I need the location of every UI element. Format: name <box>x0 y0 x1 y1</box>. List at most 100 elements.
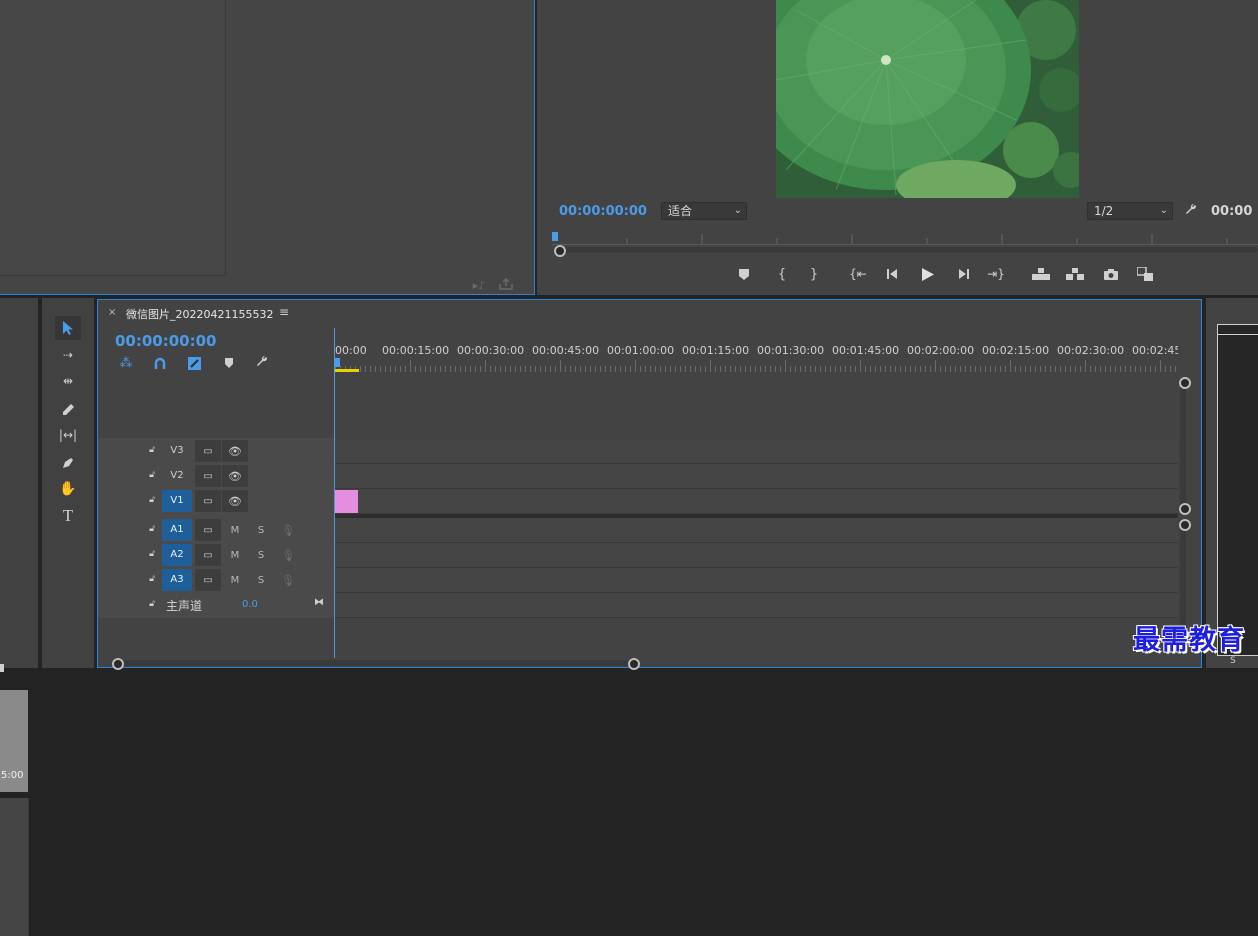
sync-lock-icon[interactable]: ▭ <box>195 544 221 566</box>
eye-icon[interactable]: 👁︎ <box>222 440 248 462</box>
track-lane-master[interactable] <box>335 593 1178 618</box>
lift-icon[interactable] <box>1031 266 1051 282</box>
track-name-v2[interactable]: V2 <box>162 465 192 487</box>
timeline-horizontal-scrollbar[interactable] <box>114 660 634 666</box>
type-tool-icon[interactable]: T <box>55 504 81 528</box>
resolution-dropdown[interactable]: 1/2 ⌄ <box>1087 202 1173 220</box>
project-scroll-marker[interactable] <box>0 664 4 672</box>
fit-dropdown[interactable]: 适合 ⌄ <box>661 202 747 220</box>
track-header-v1: 🔓︎ V1 ▭ 👁︎ <box>98 489 333 513</box>
mute-button[interactable]: M <box>222 519 248 541</box>
mute-button[interactable]: M <box>222 544 248 566</box>
track-lane-v3[interactable] <box>335 439 1178 464</box>
track-name-a2[interactable]: A2 <box>162 544 192 566</box>
program-playhead[interactable] <box>552 232 558 241</box>
track-name-a1[interactable]: A1 <box>162 519 192 541</box>
close-icon[interactable]: × <box>108 307 116 318</box>
ripple-edit-tool-icon[interactable]: ⇹ <box>55 370 81 392</box>
step-forward-icon[interactable] <box>955 266 971 282</box>
video-scroll-top-handle[interactable] <box>1179 377 1191 389</box>
program-timecode[interactable]: 00:00:00:00 <box>559 204 647 219</box>
lock-icon[interactable]: 🔓︎ <box>146 598 158 610</box>
panel-menu-icon[interactable]: ≡ <box>279 305 289 319</box>
eye-icon[interactable]: 👁︎ <box>222 465 248 487</box>
mark-out-icon[interactable]: } <box>807 266 821 282</box>
sync-lock-icon[interactable]: ▭ <box>195 465 221 487</box>
solo-button[interactable]: S <box>248 544 274 566</box>
pen-tool-icon[interactable] <box>55 452 81 474</box>
lock-icon[interactable]: 🔓︎ <box>146 523 158 535</box>
export-icon[interactable] <box>498 277 514 291</box>
sync-lock-icon[interactable]: ▭ <box>195 569 221 591</box>
lock-icon[interactable]: 🔓︎ <box>146 469 158 481</box>
video-scroll-bottom-handle[interactable] <box>1179 503 1191 515</box>
extract-icon[interactable] <box>1065 266 1085 282</box>
go-to-end-icon[interactable]: ⧓ <box>312 595 326 609</box>
track-name-v3[interactable]: V3 <box>162 440 192 462</box>
mark-in-icon[interactable]: { <box>775 266 789 282</box>
h-scroll-right-handle[interactable] <box>628 658 640 670</box>
track-name-a3[interactable]: A3 <box>162 569 192 591</box>
h-scroll-left-handle[interactable] <box>112 658 124 670</box>
track-lane-a2[interactable] <box>335 543 1178 568</box>
microphone-icon[interactable]: 🎙︎ <box>278 544 298 566</box>
slip-tool-icon[interactable]: |↔| <box>55 424 81 446</box>
track-header-a1: 🔓︎ A1 ▭ M S 🎙︎ <box>98 518 333 542</box>
wrench-icon[interactable] <box>1183 202 1199 218</box>
comparison-view-icon[interactable] <box>1135 266 1155 282</box>
lock-icon[interactable]: 🔓︎ <box>146 573 158 585</box>
sync-lock-icon[interactable]: ▭ <box>195 440 221 462</box>
ruler-label: 00:01:00:00 <box>607 344 675 357</box>
track-select-tool-icon[interactable]: ⇢ <box>55 344 81 366</box>
eye-icon[interactable]: 👁︎ <box>222 490 248 512</box>
add-marker-icon[interactable] <box>737 266 751 282</box>
video-clip[interactable] <box>335 490 358 513</box>
meter-solo-label[interactable]: S <box>1230 656 1236 666</box>
lock-icon[interactable]: 🔓︎ <box>146 494 158 506</box>
track-lane-a1[interactable] <box>335 518 1178 543</box>
step-back-icon[interactable] <box>885 266 901 282</box>
export-frame-icon[interactable] <box>1102 266 1120 282</box>
ruler-label: 00:00:15:00 <box>382 344 450 357</box>
solo-button[interactable]: S <box>248 569 274 591</box>
master-track-label: 主声道 <box>166 599 203 613</box>
video-vertical-scrollbar[interactable] <box>1180 378 1186 512</box>
sync-lock-icon[interactable]: ▭ <box>195 490 221 512</box>
program-scroll-handle[interactable] <box>554 245 566 257</box>
timeline-timecode[interactable]: 00:00:00:00 <box>115 332 217 350</box>
insert-audio-icon[interactable]: ▸♪ <box>471 278 487 292</box>
selection-tool-icon[interactable] <box>55 316 81 340</box>
microphone-icon[interactable]: 🎙︎ <box>278 569 298 591</box>
program-ruler[interactable] <box>552 232 1258 245</box>
solo-button[interactable]: S <box>248 519 274 541</box>
snap-icon[interactable] <box>152 355 168 371</box>
nest-icon[interactable]: ⁂ <box>118 355 134 371</box>
sequence-tab-title[interactable]: 微信图片_20220421155532 <box>126 306 273 322</box>
track-lane-v1[interactable] <box>335 489 1178 514</box>
program-scrollbar[interactable] <box>557 247 1258 253</box>
ruler-label: 00:00:45:00 <box>532 344 600 357</box>
lock-icon[interactable]: 🔓︎ <box>146 548 158 560</box>
master-volume-value[interactable]: 0.0 <box>242 599 258 610</box>
track-lane-a3[interactable] <box>335 568 1178 593</box>
wrench-icon[interactable] <box>254 354 270 370</box>
go-to-out-icon[interactable]: ⇥} <box>987 266 1005 282</box>
timeline-ruler-ticks[interactable] <box>335 360 1178 372</box>
watermark: 最需教育 <box>1133 625 1245 656</box>
hand-tool-icon[interactable]: ✋ <box>55 478 81 500</box>
track-name-v1[interactable]: V1 <box>162 490 192 512</box>
play-icon[interactable] <box>919 265 937 283</box>
work-area-bar[interactable] <box>335 369 359 372</box>
video-frame <box>776 0 1079 198</box>
mute-button[interactable]: M <box>222 569 248 591</box>
ruler-label: 00:00:30:00 <box>457 344 525 357</box>
audio-scroll-top-handle[interactable] <box>1179 519 1191 531</box>
razor-tool-icon[interactable] <box>55 398 81 420</box>
add-marker-icon[interactable] <box>222 355 236 371</box>
microphone-icon[interactable]: 🎙︎ <box>278 519 298 541</box>
go-to-in-icon[interactable]: {⇤ <box>849 266 867 282</box>
sync-lock-icon[interactable]: ▭ <box>195 519 221 541</box>
track-lane-v2[interactable] <box>335 464 1178 489</box>
linked-selection-icon[interactable] <box>186 355 202 371</box>
lock-icon[interactable]: 🔓︎ <box>146 444 158 456</box>
